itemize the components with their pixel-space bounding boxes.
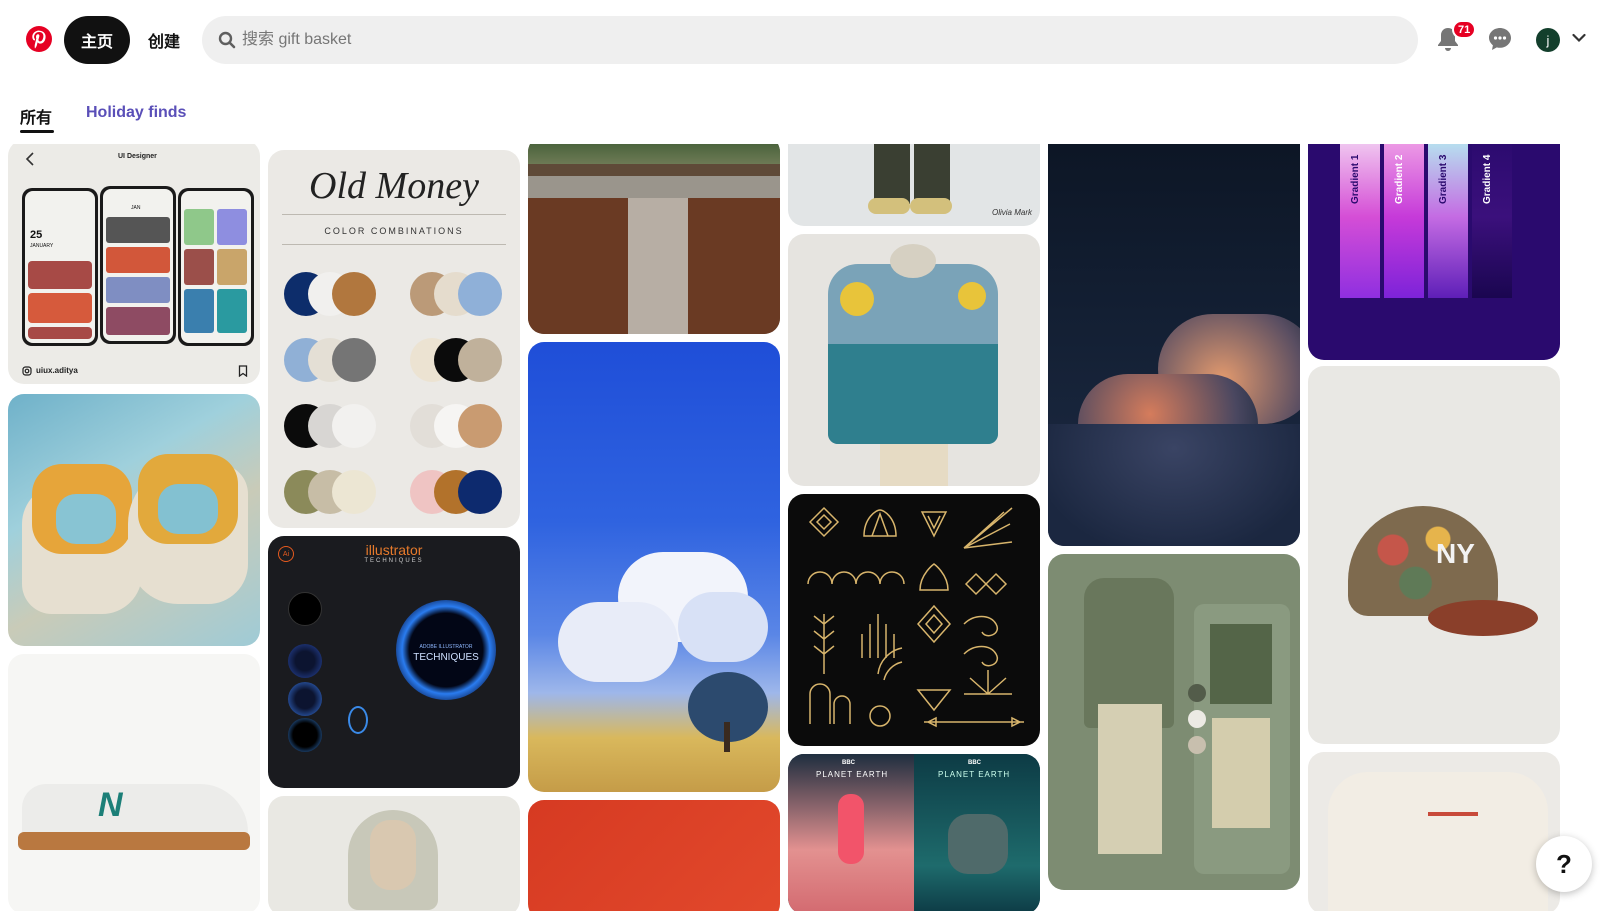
pin-wood-kitchen[interactable] xyxy=(528,144,780,334)
search-bar[interactable] xyxy=(202,16,1418,64)
home-button[interactable]: 主页 xyxy=(64,16,130,64)
ui-designer-title: UI Designer xyxy=(118,153,157,160)
phone-mockup-2: JAN xyxy=(100,186,176,344)
ui-designer-handle: uiux.aditya xyxy=(36,366,78,375)
instagram-icon xyxy=(22,366,32,376)
notification-badge: 71 xyxy=(1452,20,1477,39)
tab-all[interactable]: 所有 xyxy=(20,104,52,128)
pin-man-pants[interactable]: Olivia Mark xyxy=(788,144,1040,226)
old-money-subtitle: COLOR COMBINATIONS xyxy=(324,226,464,236)
messages-icon[interactable] xyxy=(1487,26,1513,52)
illustrator-center-big: TECHNIQUES xyxy=(413,652,479,663)
pin-anime-sky[interactable] xyxy=(528,342,780,792)
planet-earth-brand-left: BBC xyxy=(842,760,855,766)
old-money-title: Old Money xyxy=(309,165,479,207)
top-header: 主页 创建 71 j xyxy=(0,0,1605,80)
illustrator-title: illustrator xyxy=(365,542,423,558)
pin-planet-earth[interactable]: BBC PLANET EARTH BBC PLANET EARTH xyxy=(788,754,1040,911)
bookmark-icon xyxy=(238,365,248,377)
pin-grey-hoodie[interactable] xyxy=(268,796,520,911)
pin-cream-sweatshirt[interactable] xyxy=(1308,752,1560,911)
date-number: 25 xyxy=(30,229,43,241)
pin-art-deco-ornaments[interactable] xyxy=(788,494,1040,746)
pin-night-clouds[interactable] xyxy=(1048,144,1300,546)
feed-tabs: 所有 Holiday finds xyxy=(0,92,1605,136)
pin-red[interactable] xyxy=(528,800,780,911)
chevron-down-icon[interactable] xyxy=(1572,33,1586,43)
create-button[interactable]: 创建 xyxy=(136,16,192,64)
back-arrow-icon xyxy=(25,152,34,166)
active-tab-indicator xyxy=(20,130,54,133)
help-button[interactable]: ? xyxy=(1536,836,1592,892)
planet-earth-label-left: PLANET EARTH xyxy=(816,770,889,779)
gradient-label-4: Gradient 4 xyxy=(1482,154,1493,204)
pin-illustrator-techniques[interactable]: Ai illustrator TECHNIQUES ADOBE ILLUSTRA… xyxy=(268,536,520,788)
phone-mockup-1: 25 JANUARY xyxy=(22,188,98,346)
search-icon xyxy=(218,31,236,49)
gradient-label-2: Gradient 2 xyxy=(1394,154,1405,204)
calendar-month: JAN xyxy=(131,205,141,211)
pin-new-balance-sneaker[interactable]: N xyxy=(8,654,260,911)
illustrator-subtitle: TECHNIQUES xyxy=(364,558,424,564)
illustrator-center-small: ADOBE ILLUSTRATOR xyxy=(419,644,473,650)
tab-holiday-finds[interactable]: Holiday finds xyxy=(86,104,186,122)
art-deco-pattern xyxy=(807,506,1024,728)
pin-grid: UI Designer 25 JANUARY JAN uiux.aditya N… xyxy=(0,144,1605,911)
phone-mockup-3 xyxy=(178,188,254,346)
pin-floral-cap[interactable]: NY xyxy=(1308,366,1560,744)
pin-old-money-colors[interactable]: Old Money COLOR COMBINATIONS xyxy=(268,150,520,528)
planet-earth-label-right: PLANET EARTH xyxy=(938,770,1011,779)
olivia-mark-watermark: Olivia Mark xyxy=(992,208,1033,217)
pin-green-outfit[interactable] xyxy=(1048,554,1300,890)
date-month: JANUARY xyxy=(30,243,54,249)
gradient-label-3: Gradient 3 xyxy=(1438,154,1449,204)
pin-ui-designer[interactable]: UI Designer 25 JANUARY JAN uiux.aditya xyxy=(8,144,260,384)
planet-earth-brand-right: BBC xyxy=(968,760,981,766)
search-input[interactable] xyxy=(242,16,1392,64)
pinterest-logo-icon[interactable] xyxy=(26,26,52,52)
user-avatar[interactable]: j xyxy=(1536,28,1560,52)
pin-yellow-sneakers[interactable] xyxy=(8,394,260,646)
pin-gradients[interactable]: Gradient 1 Gradient 2 Gradient 3 Gradien… xyxy=(1308,144,1560,360)
pin-smiley-jacket[interactable] xyxy=(788,234,1040,486)
gradient-label-1: Gradient 1 xyxy=(1350,154,1361,204)
